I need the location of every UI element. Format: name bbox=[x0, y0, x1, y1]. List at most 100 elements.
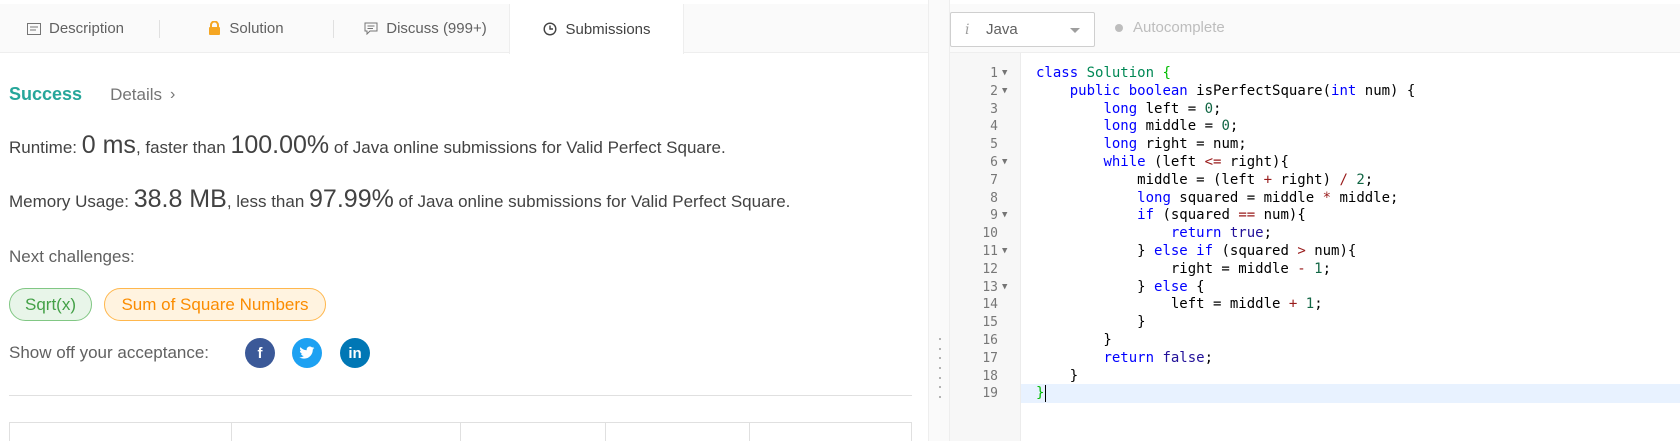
result-header: Success Details › bbox=[9, 84, 175, 105]
divider bbox=[9, 395, 912, 396]
tab-label: Description bbox=[48, 20, 125, 37]
autocomplete-label: Autocomplete bbox=[1133, 19, 1225, 36]
table-column-divider bbox=[231, 423, 232, 441]
info-icon: i bbox=[965, 21, 970, 38]
code-line: class Solution { bbox=[1036, 65, 1171, 81]
tab-bar: Description Solution Discuss (999+) Subm… bbox=[0, 4, 928, 54]
editor-toolbar: i Java Autocomplete bbox=[950, 4, 1680, 53]
memory-stat: Memory Usage: 38.8 MB, less than 97.99% … bbox=[9, 185, 790, 214]
table-column-divider bbox=[460, 423, 461, 441]
code-line: long middle = 0; bbox=[1103, 118, 1239, 135]
code-line: return false; bbox=[1103, 349, 1214, 366]
facebook-icon[interactable]: f bbox=[245, 338, 275, 368]
code-line: while (left <= right){ bbox=[1103, 154, 1289, 170]
code-line: left = middle + 1; bbox=[1036, 296, 1323, 313]
share-label: Show off your acceptance: bbox=[9, 343, 210, 362]
line-number: 16 bbox=[982, 333, 998, 348]
challenge-pill-sum-of-squares[interactable]: Sum of Square Numbers bbox=[104, 288, 326, 321]
drag-grip-icon bbox=[938, 338, 942, 398]
code-line: if (squared == num){ bbox=[1137, 207, 1306, 224]
code-line: } bbox=[1036, 367, 1079, 384]
code-line: middle = (left + right) / 2; bbox=[1036, 171, 1374, 188]
code-line: public boolean isPerfectSquare(int num) … bbox=[1069, 82, 1416, 99]
caret-down-icon bbox=[1070, 28, 1080, 33]
memory-value: 38.8 MB bbox=[133, 185, 227, 213]
line-number: 3 bbox=[990, 101, 998, 117]
table-column-divider bbox=[749, 423, 750, 441]
twitter-icon[interactable] bbox=[292, 338, 322, 368]
line-number-gutter: 1 ▼ 2 ▼ 3 4 5 6 ▼ 7 8 9 ▼ 10 11 ▼ 12 13 ▼ 14 15 16 17 18 19 bbox=[950, 53, 1021, 441]
line-number: 9 bbox=[990, 208, 998, 224]
tab-description[interactable]: Description bbox=[0, 4, 150, 53]
code-line: right = middle - 1; bbox=[1036, 260, 1332, 277]
line-number: 4 bbox=[990, 119, 998, 135]
code-line: long right = num; bbox=[1103, 136, 1247, 153]
description-icon bbox=[26, 21, 42, 37]
clock-icon bbox=[542, 21, 558, 37]
runtime-percent: 100.00% bbox=[230, 131, 330, 159]
tab-discuss[interactable]: Discuss (999+) bbox=[345, 4, 505, 53]
runtime-value: 0 ms bbox=[81, 131, 136, 159]
tab-label: Solution bbox=[229, 20, 284, 37]
challenge-pill-sqrt[interactable]: Sqrt(x) bbox=[9, 288, 92, 321]
line-number: 8 bbox=[990, 190, 998, 206]
line-number: 14 bbox=[982, 297, 998, 313]
tab-divider bbox=[333, 20, 334, 38]
line-number: 6 bbox=[990, 155, 998, 170]
chevron-right-icon: › bbox=[170, 85, 176, 103]
line-number: 10 bbox=[982, 226, 998, 242]
code-line: } bbox=[1036, 385, 1045, 402]
code-line: } bbox=[1036, 332, 1112, 348]
panel-resize-handle[interactable] bbox=[928, 0, 950, 441]
runtime-prefix: Runtime: bbox=[9, 138, 82, 157]
code-line: } else if (squared > num){ bbox=[1036, 243, 1357, 259]
next-challenges-label: Next challenges: bbox=[9, 247, 135, 266]
lock-icon bbox=[206, 21, 222, 37]
memory-mid: , less than bbox=[226, 192, 310, 211]
line-number: 7 bbox=[990, 172, 998, 188]
memory-prefix: Memory Usage: bbox=[9, 192, 134, 211]
fold-arrow-icon[interactable]: ▼ bbox=[1002, 278, 1014, 297]
runtime-mid: , faster than bbox=[135, 138, 231, 157]
linkedin-icon[interactable]: in bbox=[340, 338, 370, 368]
line-number: 11 bbox=[982, 244, 998, 259]
line-number: 1 bbox=[990, 66, 998, 81]
tab-submissions[interactable]: Submissions bbox=[509, 4, 684, 54]
autocomplete-toggle[interactable]: Autocomplete bbox=[1115, 19, 1225, 36]
tab-label: Submissions bbox=[565, 20, 651, 38]
left-panel: Description Solution Discuss (999+) Subm… bbox=[0, 0, 928, 441]
line-number: 13 bbox=[982, 279, 998, 295]
fold-arrow-icon[interactable]: ▼ bbox=[1002, 242, 1014, 261]
code-line: long left = 0; bbox=[1103, 100, 1222, 117]
fold-arrow-icon[interactable]: ▼ bbox=[1002, 82, 1014, 101]
language-value: Java bbox=[986, 21, 1018, 38]
details-link[interactable]: Details › bbox=[110, 85, 175, 105]
line-number: 18 bbox=[982, 368, 998, 384]
code-line: return true; bbox=[1170, 225, 1273, 242]
fold-arrow-icon[interactable]: ▼ bbox=[1002, 153, 1014, 172]
tab-label: Discuss (999+) bbox=[386, 20, 487, 37]
language-select[interactable]: i Java bbox=[950, 12, 1095, 47]
line-number: 15 bbox=[982, 315, 998, 331]
line-number: 5 bbox=[990, 137, 998, 153]
active-line-highlight bbox=[1021, 384, 1680, 404]
fold-arrow-icon[interactable]: ▼ bbox=[1002, 64, 1014, 83]
submissions-table-header bbox=[9, 422, 912, 441]
code-line: } bbox=[1036, 314, 1146, 331]
line-number: 12 bbox=[982, 261, 998, 277]
tab-solution[interactable]: Solution bbox=[170, 4, 320, 53]
table-column-divider bbox=[605, 423, 606, 441]
code-line: long squared = middle * middle; bbox=[1137, 189, 1399, 206]
tab-divider bbox=[159, 20, 160, 38]
fold-arrow-icon[interactable]: ▼ bbox=[1002, 206, 1014, 225]
editor-panel: i Java Autocomplete 1 ▼ 2 ▼ 3 4 5 6 ▼ 7 8 9 ▼ 10 11 ▼ 12… bbox=[950, 0, 1680, 441]
runtime-suffix: of Java online submissions for Valid Per… bbox=[329, 138, 726, 157]
status-label: Success bbox=[9, 84, 83, 104]
code-line: } else { bbox=[1036, 278, 1205, 295]
details-label: Details bbox=[110, 84, 163, 104]
toggle-dot-icon bbox=[1115, 23, 1123, 32]
code-editor[interactable]: class Solution { public boolean isPerfec… bbox=[1021, 53, 1680, 441]
line-number: 19 bbox=[982, 386, 998, 402]
text-cursor bbox=[1045, 385, 1047, 403]
line-number: 17 bbox=[982, 350, 998, 366]
